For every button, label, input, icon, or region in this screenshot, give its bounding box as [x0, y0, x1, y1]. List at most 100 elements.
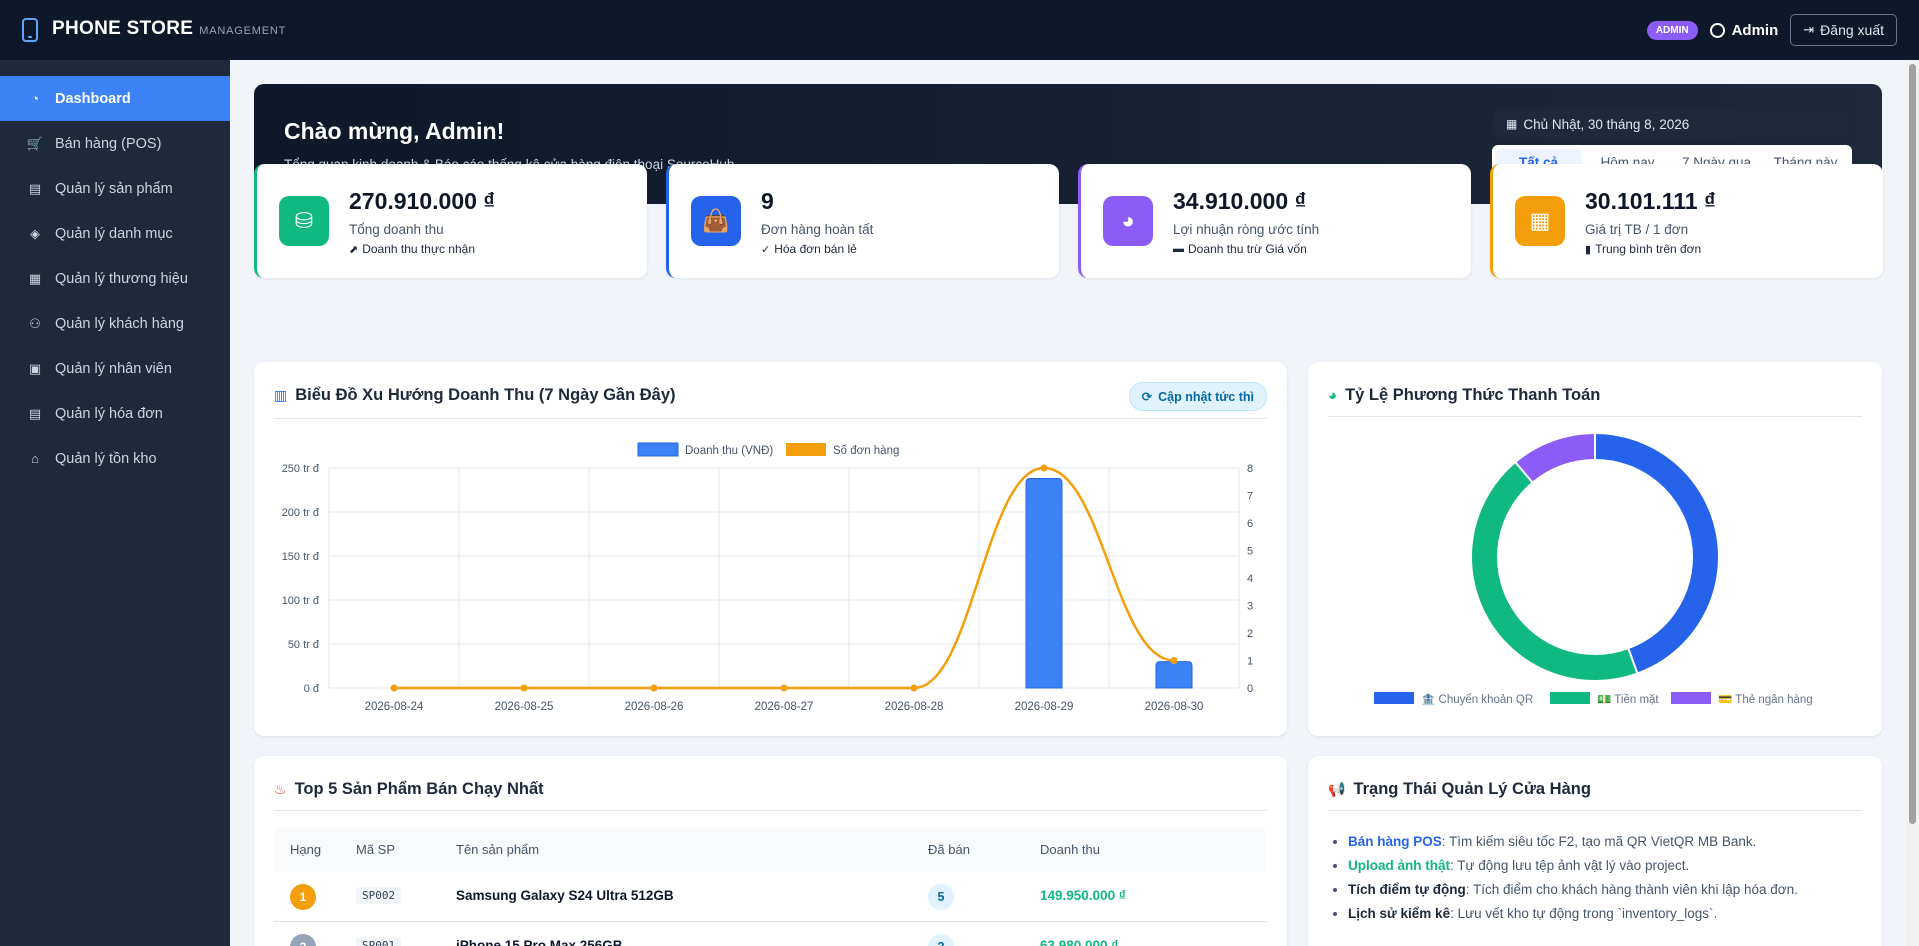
- stat-sub-icon: ▬: [1173, 243, 1184, 255]
- status-key: Bán hàng POS: [1348, 834, 1442, 849]
- status-text: : Tìm kiếm siêu tốc F2, tạo mã QR VietQR…: [1441, 834, 1757, 849]
- stat-body: 270.910.000 ₫ Tổng doanh thu ⬈ Doanh thu th…: [349, 188, 495, 278]
- sidebar-item-6[interactable]: ▣ Quản lý nhân viên: [0, 346, 230, 391]
- id-badge-icon: ▣: [28, 360, 42, 376]
- product-code: SP002: [356, 887, 402, 904]
- brand-subtitle: MANAGEMENT: [199, 25, 287, 37]
- pie-chart-icon: ◕: [1103, 196, 1153, 246]
- x-tick: 2026-08-26: [625, 701, 684, 713]
- orders-point[interactable]: [650, 684, 658, 692]
- sidebar-item-label: Quản lý danh mục: [55, 225, 173, 242]
- legend-label: Doanh thu (VNĐ): [685, 445, 773, 457]
- legend-label: 💳 Thẻ ngân hàng: [1718, 694, 1813, 706]
- y-left-tick: 250 tr đ: [282, 463, 320, 475]
- donut-slice[interactable]: [1513, 431, 1596, 485]
- divider: [1328, 810, 1862, 811]
- y-left-tick: 200 tr đ: [282, 507, 320, 519]
- sidebar-item-7[interactable]: ▤ Quản lý hóa đơn: [0, 391, 230, 436]
- sidebar-item-0[interactable]: ◔ Dashboard: [0, 76, 230, 121]
- payment-donut-chart: 🏦 Chuyển khoản QR 💵 Tiền mặt 💳 Thẻ ngân hà…: [1374, 431, 1813, 706]
- sidebar-item-4[interactable]: ▦ Quản lý thương hiệu: [0, 256, 230, 301]
- stat-sub-icon: ✓: [761, 243, 771, 256]
- orders-point[interactable]: [910, 684, 918, 692]
- table-row[interactable]: 2 SP001 iPhone 15 Pro Max 256GB 2 63.980.000…: [274, 922, 1267, 946]
- status-item: Tích điểm tự động: Tích điểm cho khách h…: [1348, 878, 1886, 902]
- orders-point[interactable]: [780, 684, 788, 692]
- y-left-tick: 150 tr đ: [282, 551, 320, 563]
- y-left-tick: 50 tr đ: [288, 639, 320, 651]
- sidebar-item-label: Quản lý nhân viên: [55, 360, 172, 377]
- store-status-header: 📢 Trạng Thái Quản Lý Cửa Hàng: [1328, 780, 1591, 799]
- sidebar-item-5[interactable]: ⚇ Quản lý khách hàng: [0, 301, 230, 346]
- status-list: Bán hàng POS: Tìm kiếm siêu tốc F2, tạo …: [1346, 830, 1886, 926]
- sidebar-item-label: Quản lý tồn kho: [55, 450, 157, 467]
- sidebar-item-label: Dashboard: [55, 90, 131, 107]
- sidebar-item-1[interactable]: 🛒 Bán hàng (POS): [0, 121, 230, 166]
- status-key: Tích điểm tự động: [1348, 882, 1466, 897]
- stat-card-1: 👜 9 Đơn hàng hoàn tất ✓ Hóa đơn bán lẻ: [666, 164, 1059, 278]
- brand[interactable]: PHONE STORE MANAGEMENT: [22, 18, 286, 42]
- stat-subtext: ✓ Hóa đơn bán lẻ: [761, 242, 873, 256]
- orders-point[interactable]: [1040, 464, 1048, 472]
- orders-point[interactable]: [1170, 657, 1178, 664]
- current-date: ▦ Chủ Nhật, 30 tháng 8, 2026: [1492, 108, 1852, 140]
- orders-point[interactable]: [520, 684, 528, 692]
- status-key: Upload ảnh thật: [1348, 858, 1450, 873]
- scrollbar-thumb[interactable]: [1909, 64, 1916, 824]
- divider: [274, 810, 1267, 811]
- status-item: Bán hàng POS: Tìm kiếm siêu tốc F2, tạo …: [1348, 830, 1886, 854]
- brand-title: PHONE STORE: [52, 18, 194, 39]
- sidebar-item-8[interactable]: ⌂ Quản lý tồn kho: [0, 436, 230, 481]
- sidebar-item-label: Quản lý hóa đơn: [55, 405, 163, 422]
- stat-sub-label: Doanh thu thực nhận: [362, 242, 475, 256]
- stat-card-3: ▦ 30.101.111 ₫ Giá trị TB / 1 đơn ▮ Trung bì…: [1490, 164, 1883, 278]
- legend-label: 💵 Tiền mặt: [1597, 694, 1659, 706]
- revenue-bar[interactable]: [1155, 661, 1193, 689]
- stat-card-2: ◕ 34.910.000 ₫ Lợi nhuận ròng ước tính ▬ Doa…: [1078, 164, 1471, 278]
- x-tick: 2026-08-29: [1015, 701, 1074, 713]
- top-products-title: Top 5 Sản Phẩm Bán Chạy Nhất: [294, 780, 544, 798]
- stat-body: 9 Đơn hàng hoàn tất ✓ Hóa đơn bán lẻ: [761, 188, 873, 278]
- donut-slice[interactable]: [1594, 431, 1720, 675]
- revenue-chart: 0 đ 50 tr đ 100 tr đ 150 tr đ 200 tr đ 250 tr…: [282, 442, 1253, 713]
- stat-sub-icon: ▮: [1585, 243, 1592, 256]
- sold-count: 5: [928, 884, 954, 910]
- x-tick: 2026-08-30: [1145, 701, 1204, 713]
- table-row[interactable]: 1 SP002 Samsung Galaxy S24 Ultra 512GB 5 149…: [274, 872, 1267, 922]
- stat-sub-label: Doanh thu trừ Giá vốn: [1188, 242, 1307, 256]
- logout-button[interactable]: ⇥ Đăng xuất: [1790, 14, 1897, 46]
- stat-label: Tổng doanh thu: [349, 222, 444, 237]
- donut-slice[interactable]: [1470, 460, 1639, 682]
- y-right-tick: 3: [1247, 601, 1253, 613]
- product-name: iPhone 15 Pro Max 256GB: [456, 938, 623, 946]
- user-menu[interactable]: Admin: [1709, 22, 1778, 39]
- col-sold: Đã bán: [928, 842, 970, 857]
- current-date-text: Chủ Nhật, 30 tháng 8, 2026: [1523, 116, 1690, 132]
- status-key: Lịch sử kiểm kê: [1348, 906, 1451, 921]
- x-tick: 2026-08-25: [495, 701, 554, 713]
- sign-out-icon: ⇥: [1803, 22, 1815, 37]
- sidebar-item-label: Bán hàng (POS): [55, 135, 162, 152]
- stat-label: Giá trị TB / 1 đơn: [1585, 222, 1689, 237]
- user-circle-icon: [1709, 22, 1725, 38]
- y-right-tick: 8: [1247, 463, 1253, 475]
- calculator-icon: ▦: [1515, 196, 1565, 246]
- topbar: PHONE STORE MANAGEMENT ADMIN Admin ⇥ Đăn…: [0, 0, 1919, 60]
- x-tick: 2026-08-27: [755, 701, 814, 713]
- users-icon: ⚇: [29, 315, 41, 331]
- logout-label: Đăng xuất: [1820, 22, 1884, 38]
- y-right-tick: 0: [1247, 683, 1253, 695]
- mobile-phone-icon: [22, 18, 38, 42]
- legend-label: 🏦 Chuyển khoản QR: [1421, 692, 1533, 706]
- shopping-bag-icon: 👜: [691, 196, 741, 246]
- sidebar-item-2[interactable]: ▤ Quản lý sản phẩm: [0, 166, 230, 211]
- page-scrollbar[interactable]: [1906, 60, 1919, 946]
- stat-label: Đơn hàng hoàn tất: [761, 222, 874, 237]
- orders-point[interactable]: [390, 684, 398, 692]
- col-revenue: Doanh thu: [1040, 842, 1100, 857]
- calendar-icon: ▦: [1506, 117, 1518, 131]
- status-text: : Tự động lưu tệp ảnh vật lý vào project…: [1450, 858, 1690, 873]
- col-name: Tên sản phẩm: [456, 842, 540, 857]
- sidebar-item-3[interactable]: ◈ Quản lý danh mục: [0, 211, 230, 256]
- revenue-bar[interactable]: [1025, 478, 1063, 689]
